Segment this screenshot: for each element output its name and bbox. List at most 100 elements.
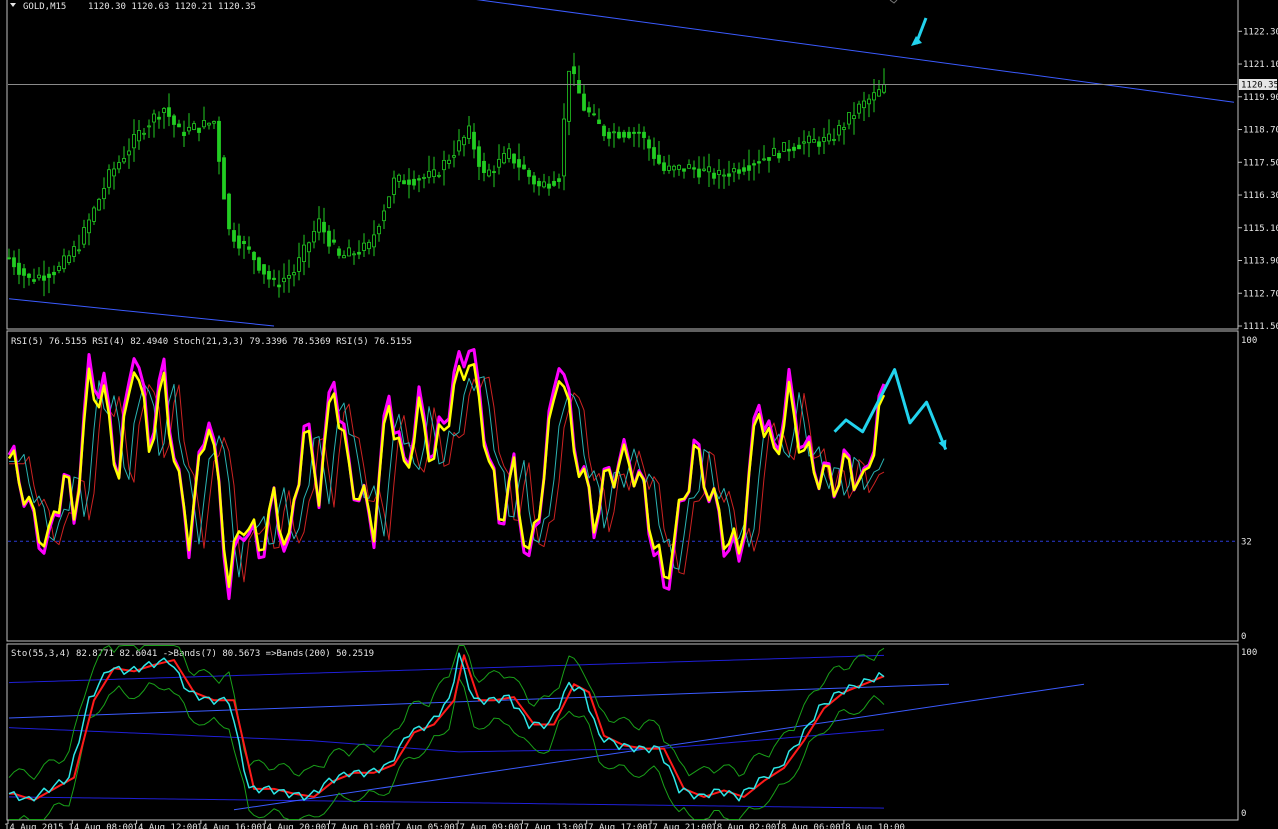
candle-body [607,131,611,139]
candle-body [292,272,296,276]
candle-body [122,158,126,163]
candle-body [532,175,536,185]
candle-body [312,230,316,243]
candle-body [477,146,481,167]
candle-body [457,140,461,152]
candle-body [267,271,271,280]
time-tick-label: 17 Aug 05:00 [390,823,455,829]
candle-body [472,131,476,150]
candle-body [47,273,51,278]
time-tick-label: 17 Aug 17:00 [583,823,648,829]
price-tick-label: 1122.30 [1243,27,1278,37]
candle-body [222,157,226,200]
candle-body [497,158,501,168]
candle-body [482,160,486,173]
candle-body [752,163,756,166]
candle-body [387,196,391,208]
candle-body [862,100,866,109]
candle-body [762,158,766,161]
candle-body [697,168,701,178]
candle-body [837,125,841,136]
candle-body [167,107,171,117]
candle-body [12,257,16,268]
candle-body [352,253,356,256]
candle-body [402,180,406,185]
candle-body [722,174,726,177]
candle-body [62,255,66,270]
candle-body [632,131,636,134]
candle-body [707,166,711,173]
candle-body [377,225,381,235]
candle-body [447,159,451,164]
candle-body [572,66,576,75]
candle-body [662,162,666,171]
candle-body [302,244,306,262]
candle-body [812,139,816,143]
candle-body [322,221,326,233]
chart-window[interactable]: GOLD,M15 1120.30 1120.63 1120.21 1120.35… [0,0,1278,829]
candle-body [342,255,346,259]
candle-body [557,178,561,182]
rsi-tick-label: 100 [1241,336,1257,346]
candle-body [877,89,881,97]
candle-body [137,130,141,142]
candle-body [612,131,616,134]
candle-body [42,275,46,281]
candle-body [727,173,731,177]
candle-body [87,219,91,234]
candle-body [17,262,21,275]
time-tick-label: 14 Aug 20:00 [261,823,326,829]
symbol-label: GOLD,M15 [23,2,66,12]
candle-body [717,169,721,175]
candle-body [742,167,746,172]
candle-body [7,257,11,260]
candle-body [177,123,181,128]
candle-body [187,126,191,132]
candle-body [27,273,31,278]
price-tick-label: 1121.10 [1243,60,1278,70]
candle-body [797,144,801,150]
candle-body [162,108,166,113]
candle-body [367,241,371,250]
candle-body [287,275,291,279]
price-tick-label: 1112.70 [1243,289,1278,299]
candle-body [77,249,81,252]
candle-body [672,165,676,171]
candle-body [102,188,106,200]
candle-body [152,113,156,123]
candle-body [702,168,706,171]
candle-body [37,274,41,279]
time-tick-label: 18 Aug 06:00 [776,823,841,829]
time-tick-label: 14 Aug 2015 [4,823,64,829]
candle-body [827,133,831,142]
candle-body [22,268,26,276]
candle-body [57,265,61,271]
candle-body [372,234,376,248]
candle-body [142,132,146,135]
candle-body [597,119,601,125]
sto-header: Sto(55,3,4) 82.8771 82.6041 ->Bands(7) 8… [11,649,374,659]
candle-body [437,174,441,177]
candle-body [417,178,421,181]
candle-body [127,150,131,156]
price-tick-label: 1119.90 [1243,93,1278,103]
candle-body [332,239,336,243]
candle-body [567,70,571,122]
candle-body [257,257,261,271]
candle-body [197,127,201,133]
candle-body [217,120,221,162]
candle-body [737,169,741,174]
candle-body [542,181,546,188]
price-tick-label: 1115.10 [1243,224,1278,234]
candle-body [157,116,161,120]
ohlc-values: 1120.30 1120.63 1120.21 1120.35 [88,2,256,12]
time-tick-label: 18 Aug 02:00 [711,823,776,829]
candle-body [242,241,246,245]
candle-body [422,176,426,179]
candle-body [212,121,216,124]
candle-body [757,161,761,164]
candle-body [432,169,436,177]
current-price-tag: 1120.35 [1239,79,1278,91]
candle-body [602,125,606,137]
candle-body [622,131,626,138]
